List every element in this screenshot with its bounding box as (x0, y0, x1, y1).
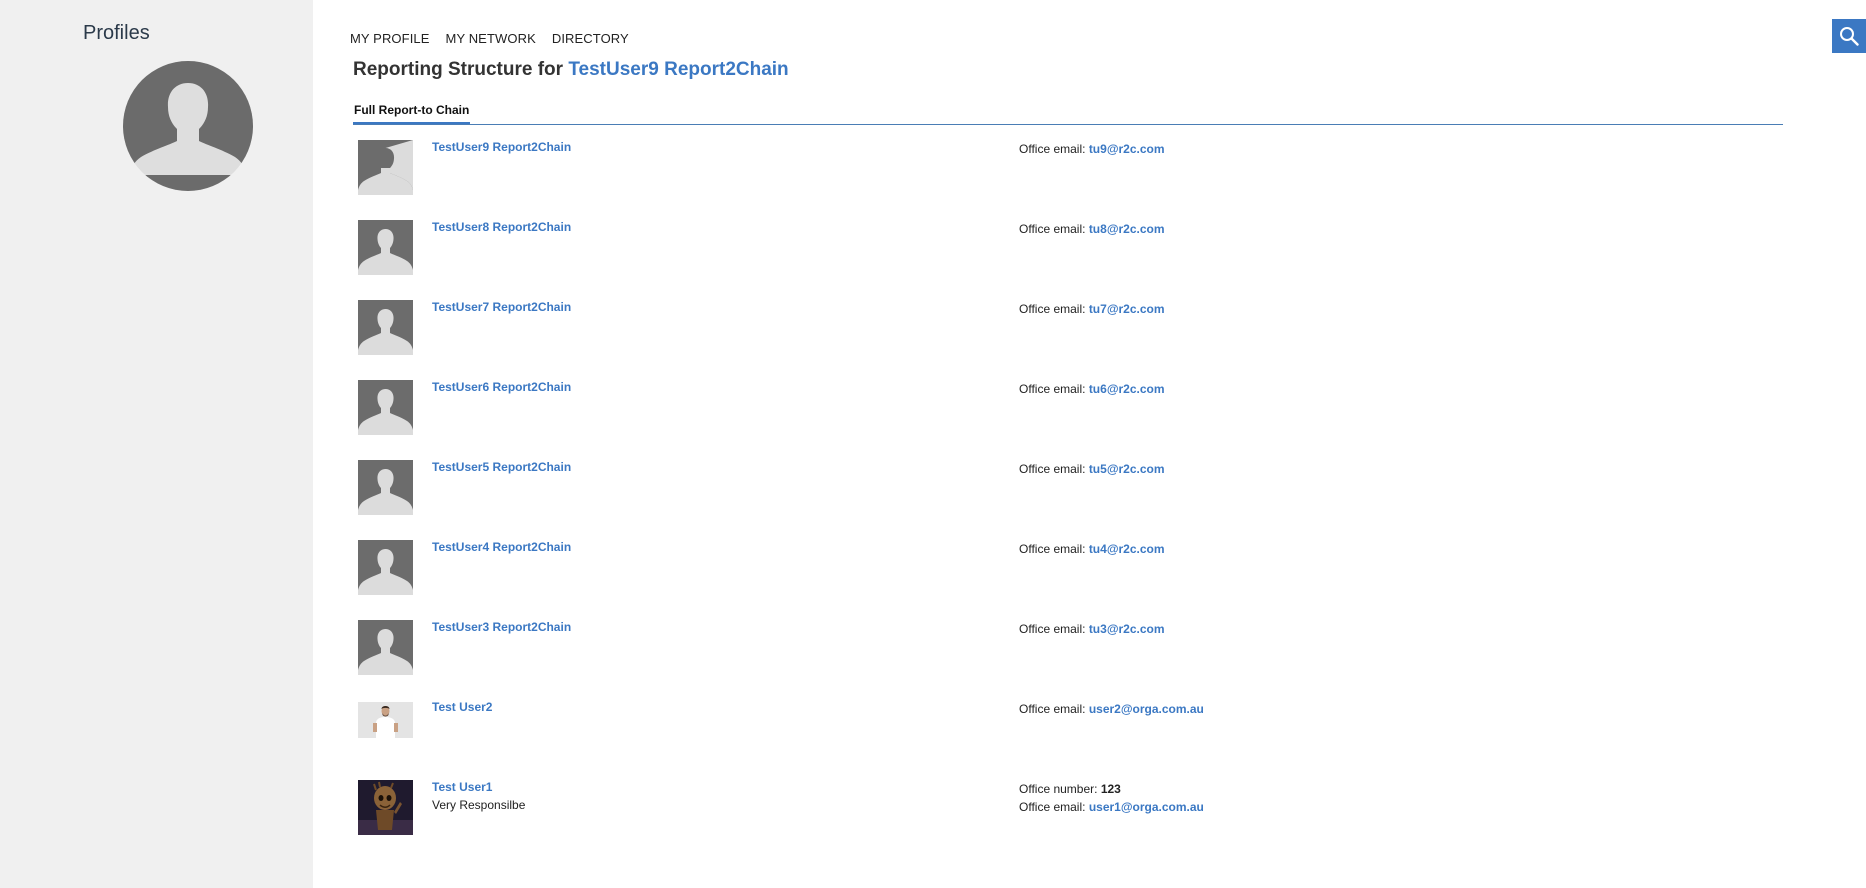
email-label: Office email: (1019, 222, 1086, 236)
email-label: Office email: (1019, 142, 1086, 156)
email-label: Office email: (1019, 462, 1086, 476)
profile-avatar[interactable] (123, 61, 253, 191)
list-item: TestUser9 Report2Chain Office email: tu9… (358, 140, 1778, 220)
list-item: Test User2 Office email: user2@orga.com.… (358, 700, 1778, 780)
person-photo[interactable] (358, 220, 413, 275)
email-link[interactable]: tu8@r2c.com (1089, 222, 1165, 236)
contact-info: Office email: tu8@r2c.com (1019, 220, 1165, 238)
email-label: Office email: (1019, 382, 1086, 396)
search-icon (1840, 27, 1859, 46)
person-name-link[interactable]: TestUser5 Report2Chain (432, 460, 571, 474)
report-chain-list: TestUser9 Report2Chain Office email: tu9… (358, 140, 1778, 860)
contact-info: Office email: tu4@r2c.com (1019, 540, 1165, 558)
office-number-value: 123 (1100, 782, 1121, 796)
list-item: TestUser6 Report2Chain Office email: tu6… (358, 380, 1778, 460)
list-item: TestUser4 Report2Chain Office email: tu4… (358, 540, 1778, 620)
contact-info: Office email: tu5@r2c.com (1019, 460, 1165, 478)
person-photo[interactable] (358, 300, 413, 355)
person-name-link[interactable]: TestUser9 Report2Chain (432, 140, 571, 154)
page-title: Reporting Structure for TestUser9 Report… (353, 59, 789, 81)
list-item: TestUser8 Report2Chain Office email: tu8… (358, 220, 1778, 300)
person-photo[interactable] (358, 620, 413, 675)
person-name-link[interactable]: TestUser6 Report2Chain (432, 380, 571, 394)
office-email-line: Office email: user1@orga.com.au (1019, 798, 1204, 816)
contact-info: Office number: 123 Office email: user1@o… (1019, 780, 1204, 816)
email-link[interactable]: tu4@r2c.com (1089, 542, 1165, 556)
person-name-link[interactable]: Test User1 (432, 780, 492, 794)
nav-my-profile[interactable]: MY PROFILE (350, 31, 430, 46)
person-name-link[interactable]: Test User2 (432, 700, 492, 714)
contact-info: Office email: tu6@r2c.com (1019, 380, 1165, 398)
email-link[interactable]: tu5@r2c.com (1089, 462, 1165, 476)
person-photo[interactable] (358, 140, 413, 195)
contact-info: Office email: tu9@r2c.com (1019, 140, 1165, 158)
person-photo[interactable] (358, 540, 413, 595)
list-item: TestUser7 Report2Chain Office email: tu7… (358, 300, 1778, 380)
email-link[interactable]: tu7@r2c.com (1089, 302, 1165, 316)
contact-info: Office email: tu7@r2c.com (1019, 300, 1165, 318)
default-avatar-icon (358, 620, 413, 675)
email-link[interactable]: tu3@r2c.com (1089, 622, 1165, 636)
email-link[interactable]: tu6@r2c.com (1089, 382, 1165, 396)
top-nav: MY PROFILE MY NETWORK DIRECTORY (350, 31, 629, 46)
person-photo[interactable] (358, 380, 413, 435)
person-silhouette-icon (123, 61, 253, 191)
person-photo[interactable] (358, 700, 413, 755)
person-name-link[interactable]: TestUser8 Report2Chain (432, 220, 571, 234)
default-avatar-icon (358, 300, 413, 355)
person-name-link[interactable]: TestUser7 Report2Chain (432, 300, 571, 314)
nav-directory[interactable]: DIRECTORY (552, 31, 629, 46)
office-number-label: Office number: (1019, 782, 1098, 796)
person-job-title: Very Responsilbe (432, 798, 526, 812)
person-name-link[interactable]: TestUser4 Report2Chain (432, 540, 571, 554)
default-avatar-icon (358, 540, 413, 595)
email-label: Office email: (1019, 542, 1086, 556)
office-number-line: Office number: 123 (1019, 780, 1204, 798)
nav-my-network[interactable]: MY NETWORK (446, 31, 536, 46)
contact-info: Office email: tu3@r2c.com (1019, 620, 1165, 638)
contact-info: Office email: user2@orga.com.au (1019, 700, 1204, 718)
list-item: TestUser3 Report2Chain Office email: tu3… (358, 620, 1778, 700)
groot-photo-icon (358, 780, 413, 835)
email-label: Office email: (1019, 702, 1086, 716)
email-label: Office email: (1019, 622, 1086, 636)
sidebar-title: Profiles (83, 22, 150, 44)
email-label: Office email: (1019, 800, 1086, 814)
email-link[interactable]: tu9@r2c.com (1089, 142, 1165, 156)
page-title-person-link[interactable]: TestUser9 Report2Chain (568, 59, 788, 80)
email-label: Office email: (1019, 302, 1086, 316)
default-avatar-icon (358, 380, 413, 435)
default-avatar-icon (358, 140, 413, 195)
list-item: TestUser5 Report2Chain Office email: tu5… (358, 460, 1778, 540)
person-name-link[interactable]: TestUser3 Report2Chain (432, 620, 571, 634)
page-title-prefix: Reporting Structure for (353, 59, 564, 80)
tab-full-report-to-chain[interactable]: Full Report-to Chain (353, 103, 471, 124)
person-photo[interactable] (358, 780, 413, 835)
search-button[interactable] (1832, 19, 1866, 53)
tab-bar: Full Report-to Chain (353, 101, 1783, 125)
email-link[interactable]: user1@orga.com.au (1089, 800, 1204, 814)
list-item: Test User1 Very Responsilbe Office numbe… (358, 780, 1778, 860)
email-link[interactable]: user2@orga.com.au (1089, 702, 1204, 716)
sidebar: Profiles (0, 0, 313, 888)
man-photo-icon (358, 702, 413, 738)
default-avatar-icon (358, 220, 413, 275)
default-avatar-icon (358, 460, 413, 515)
person-photo[interactable] (358, 460, 413, 515)
